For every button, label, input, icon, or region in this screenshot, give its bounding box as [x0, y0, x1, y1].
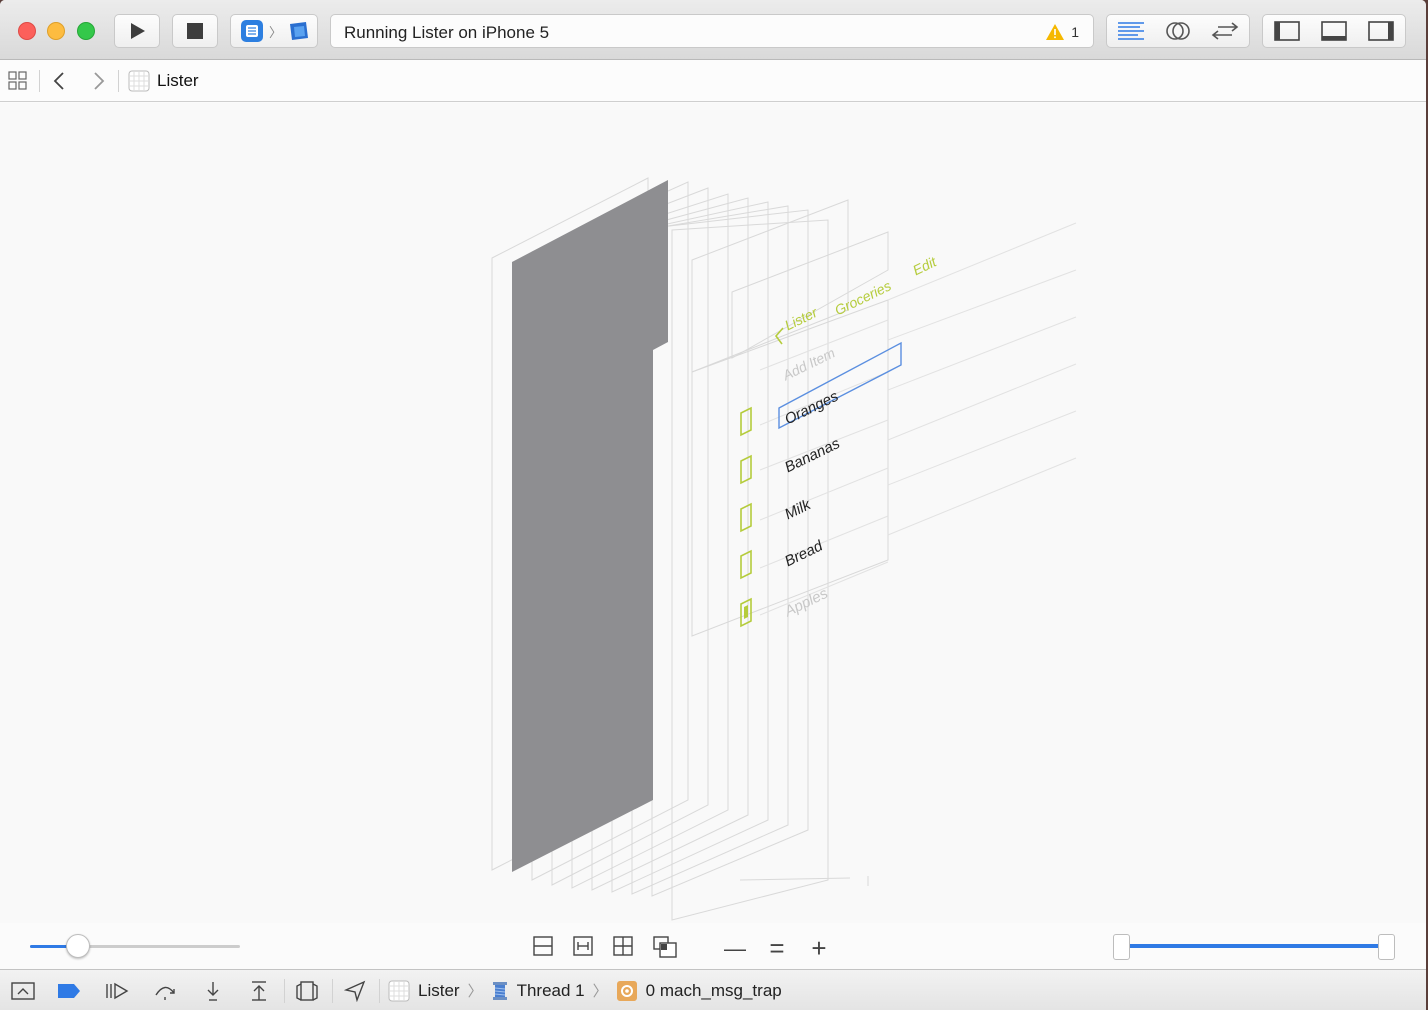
navigator-toggle-button[interactable]	[1273, 20, 1301, 42]
toolbar: 〉 Running Lister on iPhone 5 1	[0, 0, 1426, 60]
assistant-editor-button[interactable]	[1164, 19, 1192, 43]
thread-icon	[492, 981, 507, 1000]
breadcrumb-app-label: Lister	[418, 980, 460, 1000]
app-icon	[128, 70, 150, 92]
view-options-group	[532, 935, 678, 959]
jumpbar-lister-item[interactable]: Lister	[128, 60, 199, 102]
simulate-location-button[interactable]	[342, 970, 368, 1010]
utilities-toggle-button[interactable]	[1367, 20, 1395, 42]
range-slider-high-handle[interactable]	[1378, 934, 1395, 960]
debug-area-icon	[11, 981, 35, 1000]
breadcrumb-app[interactable]: Lister	[388, 980, 460, 1002]
breadcrumb-frame-label: 0 mach_msg_trap	[645, 980, 782, 1000]
version-editor-button[interactable]	[1210, 20, 1240, 42]
activity-viewer: Running Lister on iPhone 5 1	[330, 14, 1094, 48]
show-wireframes-button[interactable]	[612, 935, 634, 959]
forward-button[interactable]	[92, 60, 106, 102]
jumpbar-label: Lister	[157, 71, 199, 90]
contents-button[interactable]	[652, 935, 678, 959]
utilities-toggle-icon	[1368, 21, 1395, 41]
wireframe-icon	[613, 936, 633, 956]
zoom-reset-button[interactable]: =	[766, 933, 788, 964]
step-over-button[interactable]	[152, 970, 180, 1010]
spacing-slider-knob[interactable]	[66, 934, 90, 958]
lister-app-icon	[241, 20, 263, 42]
debug-area-toggle-button[interactable]	[1320, 20, 1348, 42]
related-items-button[interactable]	[8, 60, 28, 102]
version-editor-icon	[1211, 22, 1239, 40]
checkbox-bananas[interactable]	[740, 454, 752, 485]
chevron-left-icon	[53, 72, 64, 90]
editor-mode-group	[1106, 14, 1250, 48]
assistant-editor-icon	[1166, 22, 1190, 40]
stack-frame-icon	[616, 980, 637, 1001]
view-range-slider[interactable]	[1113, 934, 1395, 960]
debug-area-toggle-icon	[1321, 21, 1347, 41]
close-button[interactable]	[18, 22, 36, 40]
checkbox-bread[interactable]	[740, 549, 752, 580]
clip-content-icon	[533, 936, 553, 956]
range-slider-low-handle[interactable]	[1113, 934, 1130, 960]
breadcrumb-thread-label: Thread 1	[516, 980, 585, 1000]
breakpoint-icon	[58, 983, 80, 998]
continue-button[interactable]	[103, 970, 131, 1010]
chevron-right-icon: 〉	[467, 983, 483, 1000]
continue-icon	[106, 982, 129, 999]
hide-debug-area-button[interactable]	[10, 970, 36, 1010]
chevron-right-icon: 〉	[269, 24, 283, 40]
view-toggle-group	[1262, 14, 1406, 48]
checkbox-oranges[interactable]	[740, 406, 752, 437]
breadcrumb-thread[interactable]: Thread 1	[491, 980, 585, 1002]
xcode-window: 〉 Running Lister on iPhone 5 1 Lister Li…	[0, 0, 1426, 1010]
zoom-group: — = +	[724, 933, 830, 964]
chevron-right-icon: 〉	[592, 983, 608, 1000]
warning-icon	[1046, 24, 1065, 40]
standard-editor-icon	[1118, 22, 1144, 40]
warning-count: 1	[1071, 24, 1079, 40]
debug-breadcrumb: Lister 〉 Thread 1 〉 0 mach_msg_trap	[388, 970, 782, 1010]
step-out-button[interactable]	[246, 970, 272, 1010]
warning-indicator[interactable]: 1	[1045, 23, 1079, 41]
debug-view-hierarchy-button[interactable]	[294, 970, 320, 1010]
jump-bar: Lister	[0, 60, 1426, 102]
back-button[interactable]	[52, 60, 66, 102]
spacing-slider[interactable]	[30, 934, 240, 958]
zoom-out-button[interactable]: —	[724, 936, 746, 962]
debug-bar: Lister 〉 Thread 1 〉 0 mach_msg_trap	[0, 969, 1426, 1010]
app-icon	[388, 980, 410, 1001]
scheme-selector[interactable]: 〉	[230, 14, 318, 48]
view-hierarchy-canvas[interactable]: Lister Groceries Edit Add Item Oranges B…	[0, 103, 1426, 923]
step-over-icon	[155, 986, 175, 1000]
contents-icon	[653, 936, 677, 958]
checkbox-milk[interactable]	[740, 502, 752, 533]
exploded-view-hierarchy	[491, 177, 1077, 921]
location-arrow-icon	[344, 980, 366, 1002]
navigator-toggle-icon	[1273, 21, 1300, 41]
step-into-icon	[207, 981, 219, 1001]
breadcrumb-frame[interactable]: 0 mach_msg_trap	[616, 980, 782, 1002]
play-icon	[131, 23, 145, 39]
canvas-controls: — = +	[0, 923, 1426, 969]
step-into-button[interactable]	[200, 970, 226, 1010]
step-out-icon	[252, 980, 266, 1001]
grid-icon	[8, 71, 27, 90]
zoom-in-button[interactable]: +	[808, 933, 830, 964]
minimize-button[interactable]	[47, 22, 65, 40]
show-constraints-button[interactable]	[572, 935, 594, 959]
zoom-button[interactable]	[77, 22, 95, 40]
constraints-icon	[573, 936, 593, 956]
chevron-right-icon	[94, 72, 105, 90]
iphone-device-icon	[290, 22, 309, 40]
breakpoints-toggle[interactable]	[56, 970, 82, 1010]
clip-content-button[interactable]	[532, 935, 554, 959]
window-layer[interactable]	[512, 180, 668, 872]
stop-button[interactable]	[172, 14, 218, 48]
activity-status: Running Lister on iPhone 5	[344, 23, 550, 42]
view-hierarchy-icon	[296, 980, 318, 1001]
standard-editor-button[interactable]	[1116, 20, 1146, 42]
stop-icon	[187, 23, 203, 39]
run-button[interactable]	[114, 14, 160, 48]
